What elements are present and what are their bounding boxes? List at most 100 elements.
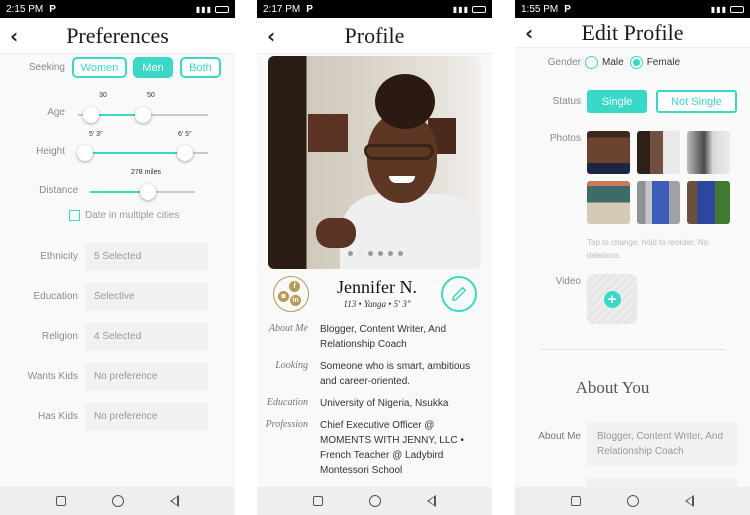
distance-slider[interactable]: [90, 184, 195, 200]
preferences-screen: 2:15 PM P ▮▮▮ ‹ Preferences Seeking Women…: [0, 0, 235, 515]
carousel-dot[interactable]: [368, 251, 373, 256]
recents-button[interactable]: [55, 495, 67, 507]
age-min-thumb[interactable]: [83, 107, 99, 123]
edit-profile-button[interactable]: [441, 276, 477, 312]
square-icon: [312, 496, 323, 506]
photo-detail: [308, 114, 348, 152]
photo-thumbnail-2[interactable]: [637, 131, 680, 174]
detail-label: About Me: [268, 323, 308, 334]
status-label: Status: [552, 96, 581, 107]
home-button[interactable]: [626, 495, 639, 507]
gender-male-label: Male: [602, 57, 624, 68]
back-button[interactable]: ‹: [267, 24, 275, 48]
circle-icon: [111, 495, 124, 507]
detail-value: Blogger, Content Writer, And Relationshi…: [320, 324, 447, 350]
video-label: Video: [555, 276, 581, 287]
header: ‹ Profile: [257, 18, 492, 54]
detail-label: Looking: [275, 360, 308, 371]
system-back-button[interactable]: [426, 495, 438, 507]
seeking-label: Seeking: [28, 62, 65, 73]
photo-thumbnail-3[interactable]: [687, 131, 730, 174]
battery-icon: [215, 5, 229, 13]
seeking-women-button[interactable]: Women: [72, 57, 127, 78]
back-button[interactable]: ‹: [525, 21, 533, 45]
gender-female-radio[interactable]: [629, 56, 643, 69]
social-links-button[interactable]: ◙ f in: [273, 276, 309, 312]
profile-photo-carousel[interactable]: [268, 56, 481, 269]
gender-female-label: Female: [646, 57, 681, 68]
carousel-dot[interactable]: [378, 251, 383, 256]
height-range-slider[interactable]: [76, 145, 208, 161]
system-back-button[interactable]: [684, 495, 696, 507]
app-notification-icon: P: [306, 3, 313, 15]
page-title: Edit Profile: [581, 19, 684, 45]
photo-detail: [364, 144, 434, 160]
preference-field-label: Religion: [41, 331, 78, 342]
age-range-slider[interactable]: [78, 107, 208, 123]
triangle-back-icon: [685, 495, 694, 507]
detail-value: University of Nigeria, Nsukka: [320, 398, 449, 409]
status-single-button[interactable]: Single: [587, 90, 647, 113]
facebook-icon: f: [289, 281, 300, 292]
photo-thumbnail-5[interactable]: [637, 181, 680, 224]
height-max-thumb[interactable]: [176, 145, 193, 161]
carousel-dot[interactable]: [358, 251, 363, 256]
profile-subtitle: 113 • Yanga • 5' 3": [343, 299, 411, 309]
age-max-thumb[interactable]: [135, 107, 151, 123]
status-bar: 1:55 PM P ▮▮▮: [515, 0, 750, 18]
age-label: Age: [47, 107, 65, 118]
detail-label: Education: [266, 397, 308, 408]
clock: 2:15 PM: [6, 3, 44, 15]
system-back-button[interactable]: [169, 495, 181, 507]
photo-detail: [316, 218, 356, 248]
circle-icon: [368, 495, 381, 507]
status-bar: 2:15 PM P ▮▮▮: [0, 0, 235, 18]
recents-button[interactable]: [570, 495, 582, 507]
seeking-both-button[interactable]: Both: [180, 57, 221, 78]
battery-icon: [472, 5, 486, 13]
preference-field-select[interactable]: 5 Selected: [85, 243, 208, 270]
recents-button[interactable]: [312, 495, 324, 507]
height-min-thumb[interactable]: [76, 145, 93, 161]
radio-selected-dot: [632, 59, 640, 66]
back-button[interactable]: ‹: [10, 24, 18, 48]
home-button[interactable]: [368, 495, 381, 507]
carousel-dot[interactable]: [348, 251, 353, 256]
android-nav-bar: [515, 487, 750, 515]
circle-icon: [626, 495, 639, 507]
distance-thumb[interactable]: [139, 184, 156, 200]
age-max-value: 50: [147, 92, 155, 99]
photo-thumbnail-4[interactable]: [587, 181, 630, 224]
instagram-icon: ◙: [278, 291, 289, 302]
photo-thumbnail-1[interactable]: [587, 131, 630, 174]
status-not-single-button[interactable]: Not Single: [656, 90, 737, 113]
distance-value: 278 miles: [131, 169, 161, 176]
pencil-icon: [451, 286, 467, 302]
seeking-men-button[interactable]: Men: [133, 57, 173, 78]
profile-name: Jennifer N.: [337, 277, 417, 297]
carousel-dot[interactable]: [388, 251, 393, 256]
photo-detail: [375, 74, 435, 129]
gender-row: Gender Male Female: [515, 56, 750, 69]
photos-label: Photos: [549, 133, 581, 144]
multiple-cities-option[interactable]: Date in multiple cities: [69, 210, 179, 221]
linkedin-icon: in: [290, 295, 301, 306]
multiple-cities-checkbox[interactable]: [69, 210, 80, 221]
preference-field-select[interactable]: Selective: [85, 283, 208, 310]
status-bar: 2:17 PM P ▮▮▮: [257, 0, 492, 18]
detail-value: Someone who is smart, ambitious and care…: [320, 361, 471, 387]
home-button[interactable]: [111, 495, 124, 507]
preference-field-select[interactable]: No preference: [85, 403, 208, 430]
photo-detail: [340, 194, 481, 269]
clock: 2:17 PM: [263, 3, 301, 15]
section-divider: [540, 349, 725, 350]
about-me-input[interactable]: Blogger, Content Writer, And Relationshi…: [587, 422, 737, 466]
photo-thumbnail-6[interactable]: [687, 181, 730, 224]
about-me-label: About Me: [538, 431, 581, 442]
app-notification-icon: P: [49, 3, 56, 15]
preference-field-select[interactable]: No preference: [85, 363, 208, 390]
preference-field-select[interactable]: 4 Selected: [85, 323, 208, 350]
carousel-dot[interactable]: [398, 251, 403, 256]
add-video-button[interactable]: +: [587, 274, 637, 324]
gender-male-radio[interactable]: [585, 56, 598, 69]
